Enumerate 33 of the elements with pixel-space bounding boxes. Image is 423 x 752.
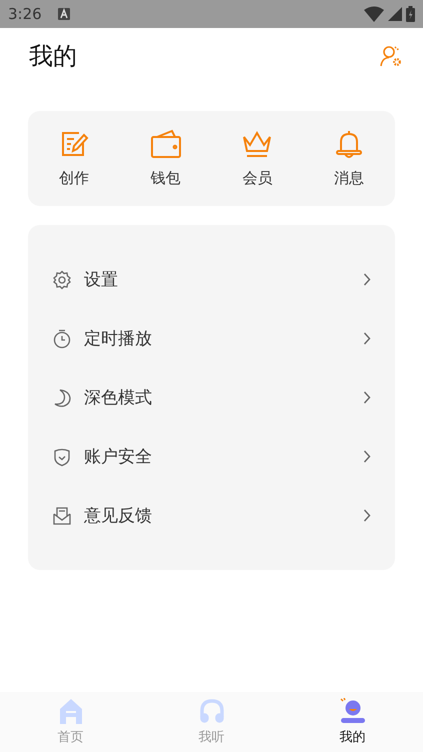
- chevron-right-icon: [363, 450, 371, 463]
- menu-item[interactable]: 意见反馈: [28, 486, 395, 545]
- quick-action[interactable]: 消息: [303, 111, 395, 206]
- menu-item[interactable]: 账户安全: [28, 427, 395, 486]
- bell-icon: [334, 129, 364, 159]
- wallet-icon: [150, 129, 182, 159]
- envelope-icon: [52, 506, 72, 526]
- home-icon: [58, 698, 84, 724]
- timer-icon: [52, 328, 72, 348]
- user-settings-icon[interactable]: [379, 44, 403, 68]
- avatar-icon: [338, 698, 366, 724]
- quick-action[interactable]: 创作: [28, 111, 120, 206]
- notification-icon: [58, 8, 70, 20]
- status-time: 3:26: [8, 5, 42, 23]
- settings-icon: [52, 270, 72, 290]
- tab[interactable]: 我的: [282, 692, 423, 752]
- chevron-right-icon: [363, 332, 371, 345]
- menu-item[interactable]: 深色模式: [28, 368, 395, 427]
- headphones-icon: [198, 698, 224, 724]
- chevron-right-icon: [363, 509, 371, 522]
- battery-icon: [406, 6, 415, 22]
- chevron-right-icon: [363, 273, 371, 286]
- quick-action[interactable]: 会员: [212, 111, 304, 206]
- wifi-icon: [364, 6, 384, 22]
- menu-item[interactable]: 设置: [28, 250, 395, 309]
- page-title: 我的: [29, 41, 77, 72]
- menu-item[interactable]: 定时播放: [28, 309, 395, 368]
- quick-action[interactable]: 钱包: [120, 111, 212, 206]
- moon-icon: [52, 388, 72, 408]
- signal-icon: [388, 7, 402, 21]
- chevron-right-icon: [363, 391, 371, 404]
- crown-icon: [241, 129, 274, 159]
- shield-icon: [52, 446, 72, 466]
